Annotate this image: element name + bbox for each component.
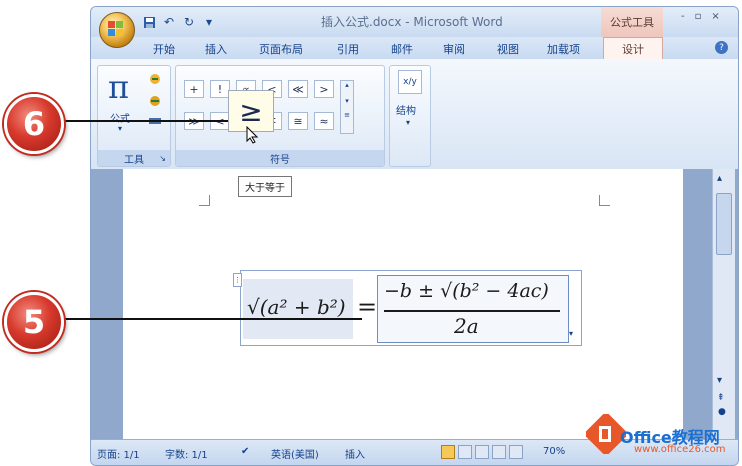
tooltip: 大于等于 — [238, 176, 292, 197]
structures-dropdown-icon[interactable]: ▾ — [406, 118, 410, 127]
equation-container[interactable]: ⋮ √(a² + b²) = −b ± √(b² − 4ac) 2a ▾ — [233, 270, 582, 346]
mouse-cursor-icon — [246, 125, 259, 147]
tab-add-ins[interactable]: 加载项 — [547, 41, 580, 57]
symbol-approx[interactable]: ≈ — [314, 112, 334, 130]
tab-review[interactable]: 审阅 — [443, 41, 465, 57]
symbols-group-label: 符号 — [176, 150, 384, 166]
page-corner-mark-right — [599, 195, 610, 206]
undo-icon[interactable]: ↶ — [161, 14, 177, 30]
step-callout-5: 5 — [4, 292, 64, 352]
equation-pi-icon[interactable]: π — [108, 68, 129, 106]
redo-icon[interactable]: ↻ — [181, 14, 197, 30]
dialog-launcher-icon[interactable]: ↘ — [159, 154, 166, 163]
symbols-group: + ! ∝ < ≪ > ≫ < ≥ ∓ ≅ ≈ ▴ ▾ ≡ 符号 — [175, 65, 385, 167]
save-icon[interactable] — [141, 14, 157, 30]
office-logo-icon — [108, 21, 124, 37]
scroll-up-icon[interactable]: ▴ — [341, 81, 353, 89]
structures-label[interactable]: 结构 — [396, 102, 416, 117]
tab-page-layout[interactable]: 页面布局 — [259, 41, 303, 57]
symbols-scroll[interactable]: ▴ ▾ ≡ — [340, 80, 354, 134]
symbol-much-less[interactable]: ≪ — [288, 80, 308, 98]
window-title: 插入公式.docx - Microsoft Word — [321, 15, 503, 29]
step-callout-6: 6 — [4, 94, 64, 154]
more-symbols-icon[interactable]: ≡ — [341, 111, 353, 119]
tab-insert[interactable]: 插入 — [205, 41, 227, 57]
help-icon[interactable]: ? — [715, 41, 728, 54]
language[interactable]: 英语(美国) — [271, 446, 319, 461]
equation-tools-title: 公式工具 — [601, 7, 663, 37]
symbol-factorial[interactable]: ! — [210, 80, 230, 98]
equation-denominator: 2a — [454, 314, 479, 338]
equation-button-label[interactable]: 公式 — [110, 110, 130, 125]
structures-group: x/y 结构 ▾ — [389, 65, 431, 167]
equation-dropdown-icon[interactable]: ▾ — [118, 124, 122, 133]
scroll-up-arrow-icon[interactable]: ▴ — [717, 173, 722, 184]
tools-group-label: 工具 ↘ — [98, 150, 170, 166]
prev-page-icon[interactable]: ⇞ — [717, 393, 725, 403]
word-count[interactable]: 字数: 1/1 — [165, 446, 208, 461]
outline-icon[interactable] — [492, 445, 506, 459]
minimize-button[interactable]: - — [681, 11, 685, 22]
tab-view[interactable]: 视图 — [497, 41, 519, 57]
equation-left-side: √(a² + b²) — [243, 279, 353, 339]
title-bar: ↶ ↻ ▾ 插入公式.docx - Microsoft Word 公式工具 - … — [91, 7, 738, 37]
watermark: Office教程网 www.office26.com — [586, 414, 742, 464]
fraction-bar — [384, 310, 560, 312]
web-layout-icon[interactable] — [475, 445, 489, 459]
scrollbar-thumb[interactable] — [716, 193, 732, 255]
zoom-level[interactable]: 70% — [543, 446, 565, 457]
scroll-down-arrow-icon[interactable]: ▾ — [717, 375, 722, 386]
tab-home[interactable]: 开始 — [153, 41, 175, 57]
equation-handle-icon[interactable]: ⋮ — [233, 273, 242, 287]
window-controls: - ▫ × — [681, 11, 720, 22]
word-window: ↶ ↻ ▾ 插入公式.docx - Microsoft Word 公式工具 - … — [90, 6, 739, 466]
vertical-scrollbar[interactable]: ▴ ▾ ⇞ ● — [712, 169, 735, 439]
equation-equals: = — [357, 293, 378, 321]
close-button[interactable]: × — [711, 11, 719, 22]
print-layout-icon[interactable] — [441, 445, 455, 459]
ribbon-tab-bar: 开始 插入 页面布局 引用 邮件 审阅 视图 加载项 设计 ? — [91, 37, 738, 60]
tab-mailings[interactable]: 邮件 — [391, 41, 413, 57]
customize-qat-icon[interactable]: ▾ — [201, 14, 217, 30]
watermark-url: www.office26.com — [634, 444, 726, 455]
equation-options-icon[interactable]: ▾ — [569, 329, 573, 338]
symbol-congruent[interactable]: ≅ — [288, 112, 308, 130]
office-button[interactable] — [99, 12, 135, 48]
page-corner-mark-left — [199, 195, 210, 206]
page-count[interactable]: 页面: 1/1 — [97, 446, 140, 461]
leader-line-5 — [62, 318, 362, 320]
proofing-icon[interactable]: ✔ — [241, 446, 249, 457]
professional-icon[interactable] — [148, 72, 162, 86]
scroll-down-icon[interactable]: ▾ — [341, 97, 353, 105]
tab-design[interactable]: 设计 — [603, 37, 663, 60]
linear-icon[interactable] — [148, 94, 162, 108]
maximize-button[interactable]: ▫ — [695, 11, 702, 22]
insert-mode[interactable]: 插入 — [345, 446, 365, 461]
symbol-plus[interactable]: + — [184, 80, 204, 98]
view-buttons — [441, 445, 523, 459]
ribbon: π 公式 ▾ 工具 ↘ + ! ∝ < ≪ > ≫ — [91, 59, 738, 170]
tab-references[interactable]: 引用 — [337, 41, 359, 57]
full-screen-icon[interactable] — [458, 445, 472, 459]
fraction-icon[interactable]: x/y — [398, 70, 422, 94]
symbol-greater-than[interactable]: > — [314, 80, 334, 98]
equation-fraction: −b ± √(b² − 4ac) 2a — [377, 275, 569, 343]
quick-access-toolbar: ↶ ↻ ▾ — [141, 13, 217, 31]
tools-group: π 公式 ▾ 工具 ↘ — [97, 65, 171, 167]
equation-numerator: −b ± √(b² − 4ac) — [384, 280, 549, 302]
equation-radical: √(a² + b²) — [247, 295, 346, 319]
draft-icon[interactable] — [509, 445, 523, 459]
